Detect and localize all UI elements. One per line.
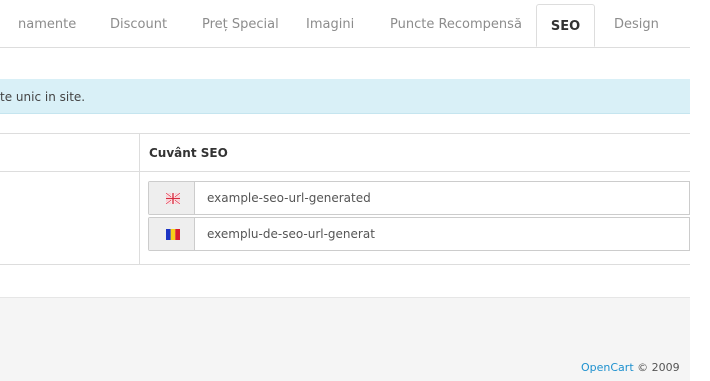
seo-input-group-romanian bbox=[148, 217, 690, 251]
seo-keyword-input-english[interactable] bbox=[195, 182, 689, 214]
tab-discount[interactable]: Discount bbox=[110, 0, 167, 46]
seo-keyword-header: Cuvânt SEO bbox=[149, 146, 228, 160]
alert-text: te unic in site. bbox=[0, 90, 86, 104]
column-divider bbox=[139, 134, 140, 264]
product-tabs: namente Discount Preț Special Imagini Pu… bbox=[0, 0, 690, 48]
header-divider bbox=[0, 171, 690, 172]
seo-url-table: Cuvânt SEO bbox=[0, 133, 690, 265]
language-addon bbox=[149, 182, 195, 214]
tab-design[interactable]: Design bbox=[614, 0, 659, 46]
opencart-link[interactable]: OpenCart bbox=[581, 361, 634, 374]
tab-images[interactable]: Imagini bbox=[306, 0, 354, 46]
footer-copyright: © 2009 bbox=[637, 361, 680, 374]
tab-seo[interactable]: SEO bbox=[536, 4, 595, 47]
seo-input-group-english bbox=[148, 181, 690, 215]
tab-attributes[interactable]: namente bbox=[18, 0, 76, 46]
seo-keyword-input-romanian[interactable] bbox=[195, 218, 689, 250]
language-addon bbox=[149, 218, 195, 250]
tab-reward-points[interactable]: Puncte Recompensă bbox=[390, 0, 522, 46]
footer-credit: OpenCart © 2009 bbox=[581, 361, 680, 374]
romania-flag-icon bbox=[166, 229, 180, 240]
uk-flag-icon bbox=[166, 193, 180, 204]
tab-special-price[interactable]: Preț Special bbox=[202, 0, 279, 46]
info-alert: te unic in site. bbox=[0, 79, 690, 114]
